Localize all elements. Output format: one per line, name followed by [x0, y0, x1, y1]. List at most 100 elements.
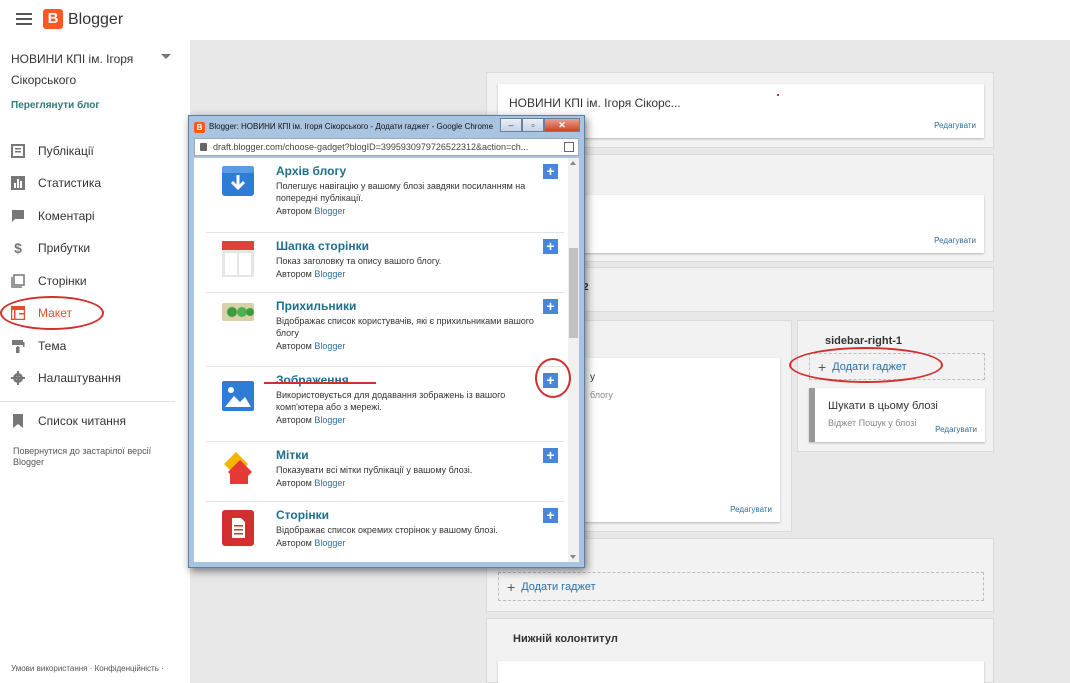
- add-gadget-plus-button[interactable]: +: [543, 448, 558, 463]
- gadget-title-partial: у: [590, 372, 595, 383]
- old-version-link[interactable]: Повернутися до застарілої версії Blogger: [13, 446, 173, 468]
- author-link[interactable]: Blogger: [314, 206, 345, 216]
- footer-section: Нижній колонтитул: [486, 618, 994, 683]
- view-blog-link[interactable]: Переглянути блог: [11, 100, 100, 111]
- gadget-author: Автором Blogger: [276, 538, 346, 548]
- annotation-ellipse-layout: [0, 296, 104, 330]
- scroll-thumb[interactable]: [569, 248, 578, 338]
- footer-links: Умови використання · Конфіденційність ·: [11, 664, 164, 673]
- gadget-name[interactable]: Зображення: [276, 373, 349, 387]
- gadget-item: Архів блогу Полегшує навігацію у вашому …: [194, 158, 564, 233]
- drag-handle[interactable]: [809, 388, 815, 442]
- author-link[interactable]: Blogger: [314, 538, 345, 548]
- gadget-name[interactable]: Архів блогу: [276, 164, 346, 178]
- author-link[interactable]: Blogger: [314, 269, 345, 279]
- gadget-sub-partial: блогу: [590, 390, 613, 400]
- add-gadget-button[interactable]: + Додати гаджет: [498, 572, 984, 601]
- chevron-down-icon[interactable]: [161, 54, 171, 59]
- gadget-item: Зображення Використовується для додаванн…: [194, 367, 564, 442]
- sidebar-item-earnings[interactable]: $ Прибутки: [0, 236, 180, 260]
- terms-link[interactable]: Умови використання: [11, 664, 87, 673]
- plus-icon: +: [507, 578, 516, 595]
- add-gadget-popup: B Blogger: НОВИНИ КПІ ім. Ігоря Сікорськ…: [188, 115, 585, 568]
- minimize-button[interactable]: ‒: [500, 118, 522, 132]
- add-gadget-label: Додати гаджет: [521, 580, 596, 593]
- search-gadget-card[interactable]: Шукати в цьому блозі Віджет Пошук у блоз…: [809, 388, 985, 442]
- gadget-description: Відображає список окремих сторінок у ваш…: [276, 525, 498, 535]
- edit-link[interactable]: Редагувати: [934, 121, 976, 130]
- footer-gadget-card[interactable]: [498, 661, 984, 683]
- sidebar-item-pages[interactable]: Сторінки: [0, 269, 180, 293]
- url-bar[interactable]: draft.blogger.com/choose-gadget?blogID=3…: [194, 138, 579, 156]
- sidebar-item-reading-list[interactable]: Список читання: [0, 409, 180, 433]
- blog-selector[interactable]: НОВИНИ КПІ ім. Ігоря Сікорського: [11, 49, 161, 91]
- sidebar-item-comments[interactable]: Коментарі: [0, 204, 180, 228]
- comments-icon: [11, 209, 25, 223]
- gadget-description: Відображає список користувачів, які є пр…: [276, 316, 534, 338]
- sidebar: НОВИНИ КПІ ім. Ігоря Сікорського Перегля…: [0, 40, 190, 683]
- gadget-description: Показ заголовку та опису вашого блогу.: [276, 256, 442, 266]
- add-gadget-plus-button[interactable]: +: [543, 299, 558, 314]
- scroll-up-icon[interactable]: [570, 161, 576, 165]
- bookmark-icon: [11, 414, 25, 428]
- gadget-name[interactable]: Сторінки: [276, 508, 329, 522]
- add-gadget-plus-button[interactable]: +: [543, 239, 558, 254]
- annotation-ellipse-plus: [535, 358, 571, 398]
- author-link[interactable]: Blogger: [314, 415, 345, 425]
- earnings-icon: $: [14, 240, 22, 256]
- sidebar-item-label: Тема: [38, 339, 67, 353]
- popup-titlebar[interactable]: B Blogger: НОВИНИ КПІ ім. Ігоря Сікорськ…: [189, 116, 584, 137]
- pages-icon: [11, 274, 25, 288]
- annotation-underline: [264, 382, 376, 384]
- sidebar-item-posts[interactable]: Публікації: [0, 139, 180, 163]
- scrollbar[interactable]: [568, 158, 579, 562]
- brand-name[interactable]: Blogger: [68, 11, 123, 29]
- stats-icon: [11, 176, 25, 190]
- pages-gadget-icon: [220, 510, 256, 546]
- add-gadget-plus-button[interactable]: +: [543, 508, 558, 523]
- sidebar-item-settings[interactable]: Налаштування: [0, 366, 180, 390]
- sidebar-item-label: Налаштування: [38, 371, 121, 385]
- image-icon: [220, 381, 256, 413]
- author-link[interactable]: Blogger: [314, 478, 345, 488]
- top-bar: B Blogger: [0, 0, 1070, 40]
- sidebar-item-stats[interactable]: Статистика: [0, 171, 180, 195]
- gadget-item: Сторінки Відображає список окремих сторі…: [194, 502, 564, 562]
- gadget-title: Шукати в цьому блозі: [828, 400, 938, 412]
- maximize-button[interactable]: ▫: [522, 118, 544, 132]
- divider: [0, 401, 175, 402]
- gadget-name[interactable]: Шапка сторінки: [276, 239, 369, 253]
- labels-icon: [220, 450, 256, 484]
- menu-icon[interactable]: [16, 13, 32, 25]
- privacy-link[interactable]: Конфіденційність: [95, 664, 159, 673]
- blogger-favicon: B: [194, 122, 205, 133]
- edit-link[interactable]: Редагувати: [935, 425, 977, 434]
- add-gadget-plus-button[interactable]: +: [543, 164, 558, 179]
- gadget-author: Автором Blogger: [276, 206, 346, 216]
- gadget-item: Шапка сторінки Показ заголовку та опису …: [194, 233, 564, 293]
- sidebar-item-label: Публікації: [38, 144, 94, 158]
- section-label: sidebar-right-1: [825, 335, 903, 347]
- scroll-down-icon[interactable]: [570, 555, 576, 559]
- sidebar-item-theme[interactable]: Тема: [0, 334, 180, 358]
- gadget-name[interactable]: Прихильники: [276, 299, 356, 313]
- theme-icon: [11, 339, 25, 353]
- translate-icon[interactable]: [564, 142, 574, 152]
- edit-link[interactable]: Редагувати: [730, 505, 772, 514]
- gadget-author: Автором Blogger: [276, 415, 346, 425]
- popup-title: Blogger: НОВИНИ КПІ ім. Ігоря Сікорськог…: [209, 122, 494, 131]
- sidebar-item-label: Прибутки: [38, 241, 91, 255]
- annotation-ellipse-add-gadget: [789, 347, 943, 383]
- gadget-sub: Віджет Пошук у блозі: [828, 418, 917, 428]
- posts-icon: [11, 144, 25, 158]
- author-link[interactable]: Blogger: [314, 341, 345, 351]
- gadget-description: Полегшує навігацію у вашому блозі завдяк…: [276, 181, 526, 203]
- section-label: Нижній колонтитул: [513, 633, 618, 645]
- close-button[interactable]: ✕: [544, 118, 580, 132]
- gadget-author: Автором Blogger: [276, 269, 346, 279]
- blogger-logo[interactable]: B: [43, 9, 63, 29]
- url-text: draft.blogger.com/choose-gadget?blogID=3…: [213, 142, 529, 152]
- gadget-description: Показувати всі мітки публікації у вашому…: [276, 465, 473, 475]
- gadget-name[interactable]: Мітки: [276, 448, 309, 462]
- edit-link[interactable]: Редагувати: [934, 236, 976, 245]
